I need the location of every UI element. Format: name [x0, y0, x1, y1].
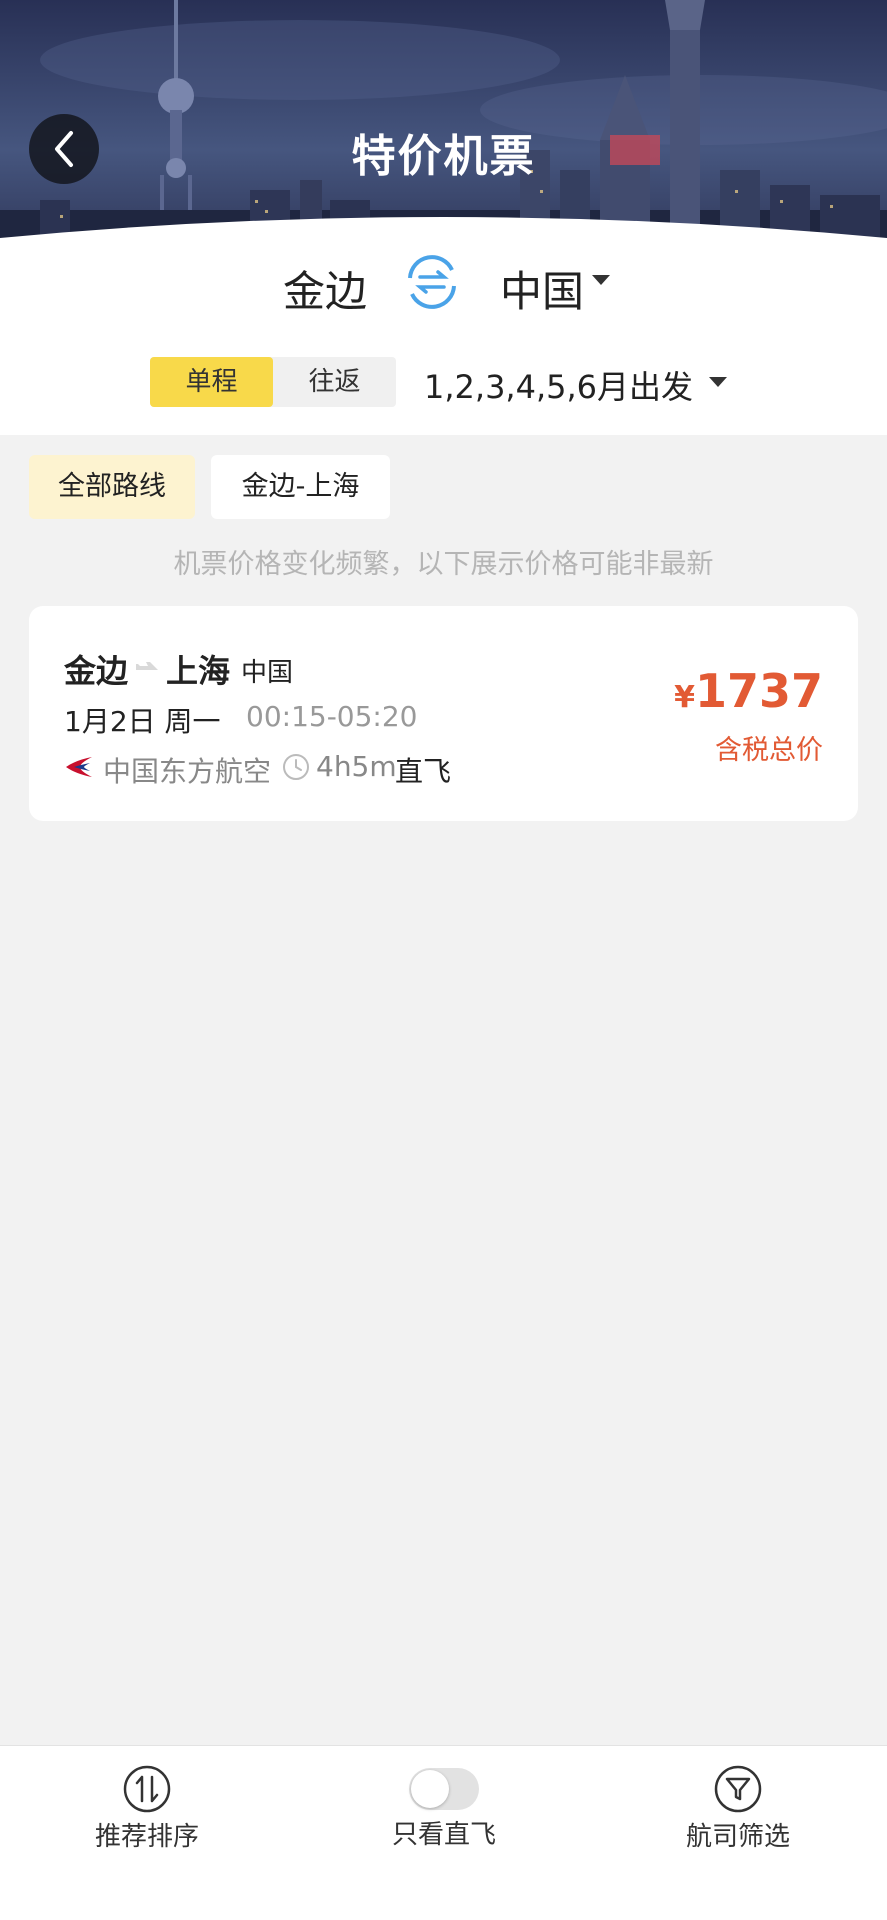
round-trip-tab[interactable]: 往返	[273, 357, 396, 407]
sort-icon	[123, 1765, 171, 1813]
page-title: 特价机票	[351, 131, 536, 182]
clock-icon	[283, 754, 309, 780]
chip-route-phnom-penh-shanghai[interactable]: 金边-上海	[211, 455, 390, 519]
airline-filter-button[interactable]: 航司筛选	[658, 1764, 818, 1853]
flight-duration: 4h5m	[316, 750, 397, 783]
route-selector: 金边 中国 单程 往返 1,2,3,4,5,6月出发	[0, 250, 887, 435]
price-notice: 机票价格变化频繁，以下展示价格可能非最新	[173, 549, 714, 580]
caret-down-icon[interactable]	[592, 275, 610, 285]
destination-city[interactable]: 中国	[500, 258, 584, 319]
flight-origin: 金边	[64, 652, 129, 690]
flight-stops: 直飞	[395, 755, 452, 788]
hero-header: 特价机票	[0, 0, 887, 250]
trip-type-toggle: 单程 往返	[150, 357, 396, 407]
flight-price: ¥1737	[674, 664, 823, 718]
chip-all-routes[interactable]: 全部路线	[29, 455, 195, 519]
price-currency: ¥	[674, 680, 695, 715]
destination-country: 中国	[241, 658, 294, 688]
direct-only-label: 只看直飞	[391, 1820, 496, 1850]
price-amount: 1737	[694, 664, 823, 718]
plane-icon	[136, 662, 158, 670]
sort-button[interactable]: 推荐排序	[67, 1764, 227, 1853]
one-way-tab[interactable]: 单程	[150, 357, 273, 407]
swap-arrows-icon[interactable]	[400, 250, 464, 314]
airline-filter-label: 航司筛选	[685, 1822, 790, 1852]
flight-card[interactable]: 金边 上海 中国 1月2日 周一 00:15-05:20 中国东方航空 4h5m…	[29, 606, 858, 821]
filter-icon	[714, 1765, 762, 1813]
caret-down-icon[interactable]	[709, 377, 727, 387]
airline-logo-icon	[66, 757, 92, 777]
flight-date: 1月2日 周一	[64, 705, 221, 738]
direct-only-switch[interactable]	[409, 1768, 479, 1810]
departure-city[interactable]: 金边	[283, 258, 367, 319]
departure-months-selector[interactable]: 1,2,3,4,5,6月出发	[424, 362, 693, 408]
flight-time: 00:15-05:20	[246, 700, 418, 733]
bottom-toolbar: 推荐排序 只看直飞 航司筛选	[0, 1745, 887, 1920]
price-note: 含税总价	[715, 735, 823, 766]
sort-label: 推荐排序	[94, 1822, 199, 1852]
switch-knob	[411, 1770, 449, 1808]
direct-only-toggle[interactable]: 只看直飞	[364, 1764, 524, 1851]
flight-destination: 上海	[166, 652, 231, 690]
header-curve	[0, 217, 887, 250]
airline-name: 中国东方航空	[103, 755, 272, 788]
